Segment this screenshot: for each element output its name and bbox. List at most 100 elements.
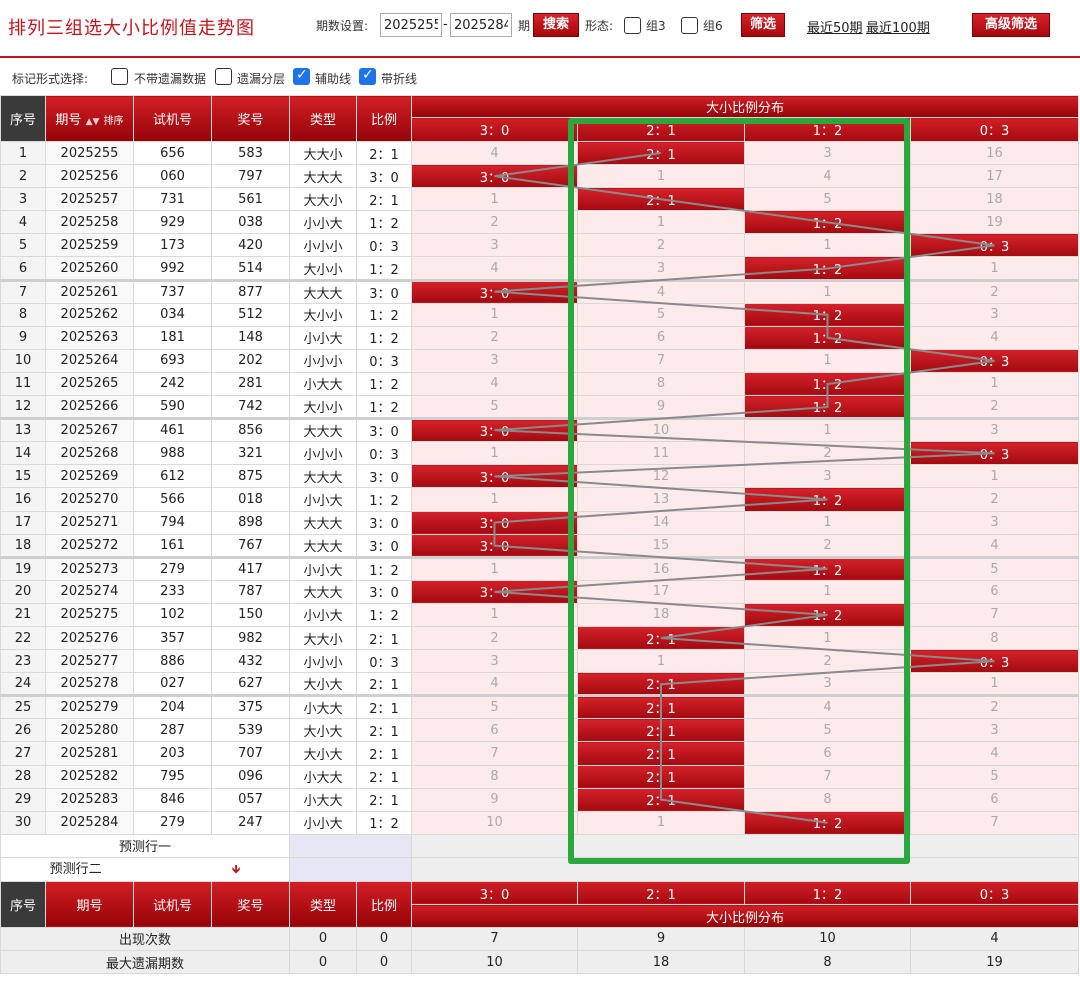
dist-miss-cell: 14 — [577, 510, 745, 535]
row-prize-number: 787 — [211, 579, 290, 604]
row-prize-number: 856 — [211, 417, 290, 443]
predict-dist-cell[interactable] — [410, 833, 1080, 858]
sort-label[interactable]: 排序 — [104, 116, 124, 127]
row-type: 小小大 — [289, 325, 357, 350]
period-from-input[interactable] — [380, 13, 442, 37]
row-prize-number: 877 — [211, 278, 290, 304]
row-ratio: 2：1 — [356, 718, 412, 743]
row-type: 大小小 — [289, 395, 357, 420]
advanced-filter-button[interactable]: 高级筛选 — [972, 13, 1050, 37]
row-prize-number: 150 — [211, 602, 290, 627]
stat-cell: 0 — [289, 926, 357, 952]
row-prize-number: 202 — [211, 348, 290, 373]
predict-dist-cell[interactable] — [410, 856, 1080, 882]
period-to-input[interactable] — [450, 13, 512, 37]
stat-cell: 0 — [356, 949, 412, 975]
no-missing-checkbox[interactable] — [111, 68, 128, 85]
row-period: 2025263 — [45, 325, 134, 350]
footer-dist-col-header: 1：2 — [744, 880, 911, 906]
dist-miss-cell: 4 — [744, 164, 911, 189]
arrow-down-icon[interactable]: 🡻 — [232, 862, 241, 876]
dist-miss-cell: 19 — [909, 210, 1080, 235]
dist-miss-cell: 1 — [744, 625, 911, 651]
group3-checkbox[interactable] — [624, 17, 641, 34]
dist-hit-cell: 3：0 — [411, 579, 578, 604]
dist-miss-cell: 3 — [909, 417, 1080, 443]
recent-100-link[interactable]: 最近100期 — [866, 17, 930, 36]
row-seq: 12 — [0, 395, 46, 420]
dist-miss-cell: 5 — [411, 694, 578, 720]
row-trial-number: 886 — [133, 649, 212, 674]
dist-miss-cell: 4 — [909, 741, 1080, 766]
table-row: 22 2025276 357 982 大大小 2：1 2 2：1 1 8 — [0, 625, 1080, 651]
period-range-dash: - — [443, 17, 448, 32]
dist-hit-cell: 1：2 — [744, 487, 911, 512]
dist-miss-cell: 1 — [909, 464, 1080, 489]
footer-dist-col-header: 0：3 — [909, 880, 1080, 906]
predict-input-cell[interactable] — [289, 833, 412, 858]
predict-row: 预测行一 — [0, 833, 1080, 858]
row-type: 大大小 — [289, 625, 357, 651]
row-ratio: 3：0 — [356, 579, 412, 604]
row-ratio: 2：1 — [356, 764, 412, 789]
group6-checkbox[interactable] — [681, 17, 698, 34]
row-ratio: 2：1 — [356, 187, 412, 212]
row-ratio: 1：2 — [356, 325, 412, 350]
col-header-period[interactable]: 期号 ▲▼ 排序 — [45, 95, 134, 142]
dist-miss-cell: 1 — [577, 649, 745, 674]
aux-line-checkbox[interactable] — [293, 67, 310, 85]
footer-header-type: 类型 — [289, 880, 357, 928]
occurrence-label: 出现次数 — [0, 926, 290, 952]
dist-miss-cell: 3 — [744, 672, 911, 697]
row-seq: 11 — [0, 371, 46, 397]
dist-miss-cell: 2 — [909, 278, 1080, 304]
polyline-checkbox[interactable] — [359, 67, 376, 85]
row-trial-number: 731 — [133, 187, 212, 212]
missing-layer-label: 遗漏分层 — [237, 72, 286, 86]
dist-miss-cell: 2 — [909, 694, 1080, 720]
table-row: 25 2025279 204 375 小大大 2：1 5 2：1 4 2 — [0, 694, 1080, 720]
search-button[interactable]: 搜索 — [533, 13, 579, 37]
row-period: 2025284 — [45, 810, 134, 835]
dist-miss-cell: 18 — [577, 602, 745, 627]
row-ratio: 0：3 — [356, 441, 412, 466]
predict-row-one-label[interactable]: 预测行一 — [0, 833, 290, 858]
stats-row-max-missing: 最大遗漏期数 0 0 10 18 8 19 — [0, 949, 1080, 975]
sort-icon[interactable]: ▲▼ — [86, 117, 100, 127]
row-type: 大大大 — [289, 464, 357, 489]
table-row: 20 2025274 233 787 大大大 3：0 3：0 17 1 6 — [0, 579, 1080, 604]
row-seq: 23 — [0, 649, 46, 674]
dist-miss-cell: 9 — [577, 395, 745, 420]
dist-hit-cell: 0：3 — [909, 649, 1080, 674]
dist-hit-cell: 2：1 — [577, 764, 745, 789]
row-seq: 21 — [0, 602, 46, 627]
row-ratio: 2：1 — [356, 672, 412, 697]
row-period: 2025255 — [45, 140, 134, 166]
dist-miss-cell: 10 — [577, 417, 745, 443]
stats-body: 出现次数 0 0 7 9 10 4 最大遗漏期数 0 0 10 18 8 19 — [0, 926, 1080, 975]
dist-miss-cell: 3 — [909, 718, 1080, 743]
dist-miss-cell: 16 — [909, 140, 1080, 166]
dist-hit-cell: 2：1 — [577, 694, 745, 720]
stat-cell: 7 — [411, 926, 578, 952]
predict-row-two-label[interactable]: 预测行二 🡻 — [0, 856, 290, 882]
row-trial-number: 795 — [133, 764, 212, 789]
row-trial-number: 992 — [133, 256, 212, 281]
row-seq: 3 — [0, 187, 46, 212]
row-ratio: 3：0 — [356, 278, 412, 304]
dist-miss-cell: 6 — [909, 579, 1080, 604]
dist-miss-cell: 1 — [909, 371, 1080, 397]
row-prize-number: 767 — [211, 533, 290, 558]
dist-miss-cell: 3 — [744, 464, 911, 489]
dist-hit-cell: 1：2 — [744, 302, 911, 327]
recent-50-link[interactable]: 最近50期 — [807, 17, 863, 36]
missing-layer-checkbox[interactable] — [215, 68, 232, 85]
row-seq: 20 — [0, 579, 46, 604]
row-trial-number: 279 — [133, 810, 212, 835]
predict-input-cell[interactable] — [289, 856, 412, 882]
dist-miss-cell: 2 — [909, 395, 1080, 420]
row-prize-number: 420 — [211, 233, 290, 258]
row-type: 小小小 — [289, 233, 357, 258]
filter-button[interactable]: 筛选 — [741, 13, 785, 37]
row-type: 小大大 — [289, 787, 357, 812]
